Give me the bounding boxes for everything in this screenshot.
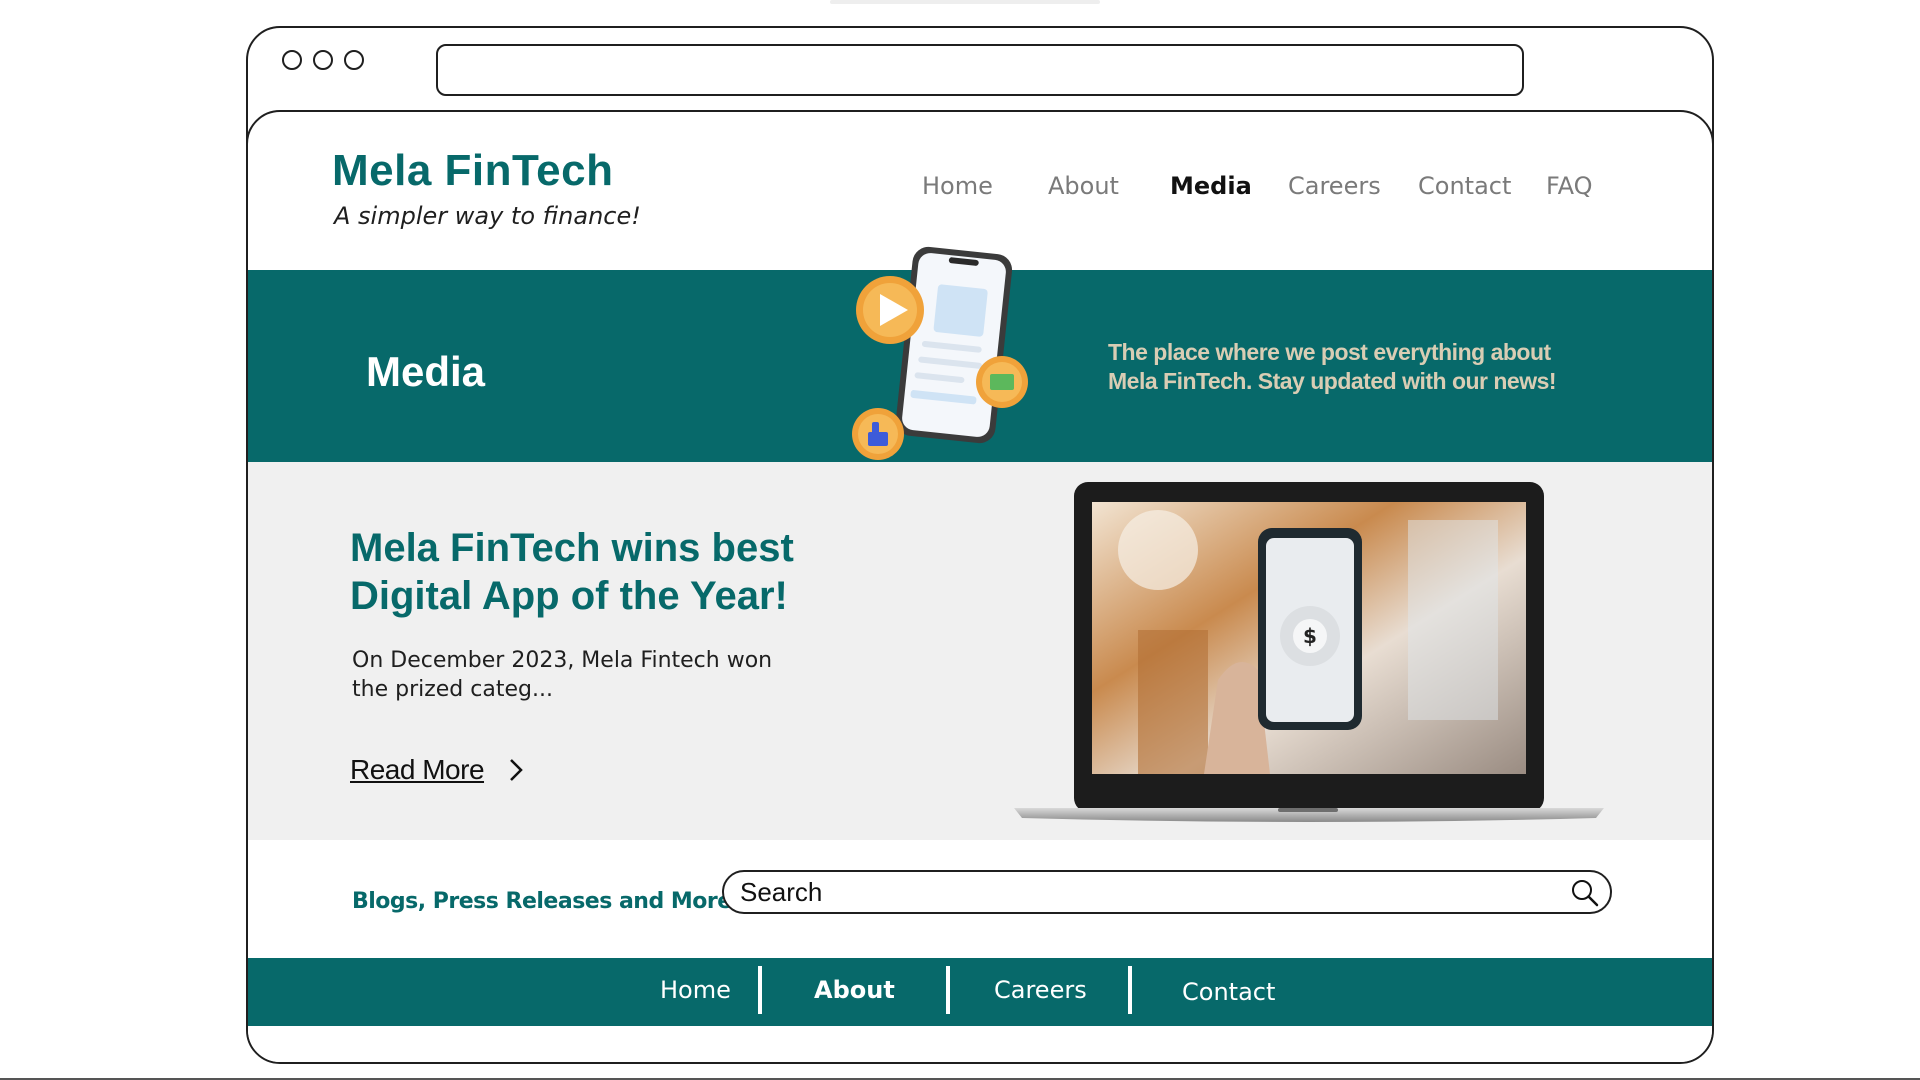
footer-item-about[interactable]: About [814, 976, 895, 1004]
window-close-control[interactable] [282, 50, 302, 70]
article-headline[interactable]: Mela FinTech wins best Digital App of th… [350, 524, 910, 620]
nav-item-home[interactable]: Home [922, 172, 993, 200]
nav-item-careers[interactable]: Careers [1288, 172, 1381, 200]
footer-divider [946, 966, 950, 1014]
footer-divider [1128, 966, 1132, 1014]
search-icon[interactable] [1570, 878, 1600, 908]
banner-title: Media [366, 348, 486, 395]
search-caption: Blogs, Press Releases and More! [352, 889, 742, 914]
dollar-symbol: $ [1303, 624, 1317, 648]
search-box[interactable] [722, 870, 1612, 914]
article-excerpt: On December 2023, Mela Fintech won the p… [352, 648, 773, 702]
top-navigation: Home About Media Careers Contact FAQ [248, 172, 1712, 208]
play-icon [856, 276, 924, 344]
web-page: Mela FinTech A simpler way to finance! H… [248, 110, 1712, 1062]
message-icon [976, 356, 1028, 408]
window-minimize-control[interactable] [313, 50, 333, 70]
top-edge-shadow [830, 0, 1100, 4]
read-more-label: Read More [350, 754, 485, 785]
thumbs-up-icon [852, 408, 904, 460]
search-input[interactable] [740, 876, 1540, 908]
window-maximize-control[interactable] [344, 50, 364, 70]
phone-body [895, 246, 1013, 444]
nav-item-contact[interactable]: Contact [1418, 172, 1511, 200]
laptop-image: $ [1014, 482, 1604, 822]
footer-item-contact[interactable]: Contact [1182, 978, 1275, 1006]
browser-window: Mela FinTech A simpler way to finance! H… [246, 26, 1714, 1064]
banner-description: The place where we post everything about… [1108, 339, 1557, 394]
address-bar[interactable] [436, 44, 1524, 96]
footer-divider [758, 966, 762, 1014]
nav-item-faq[interactable]: FAQ [1546, 172, 1593, 200]
read-more-link[interactable]: Read More [350, 754, 524, 786]
chevron-right-icon [510, 759, 523, 781]
footer-item-careers[interactable]: Careers [994, 976, 1087, 1004]
footer-item-home[interactable]: Home [660, 976, 731, 1004]
nav-item-about[interactable]: About [1048, 172, 1119, 200]
featured-article: Mela FinTech wins best Digital App of th… [248, 462, 1712, 840]
nav-item-media[interactable]: Media [1170, 172, 1252, 200]
phone-illustration [852, 246, 1028, 460]
footer-navigation: Home About Careers Contact [248, 958, 1712, 1026]
